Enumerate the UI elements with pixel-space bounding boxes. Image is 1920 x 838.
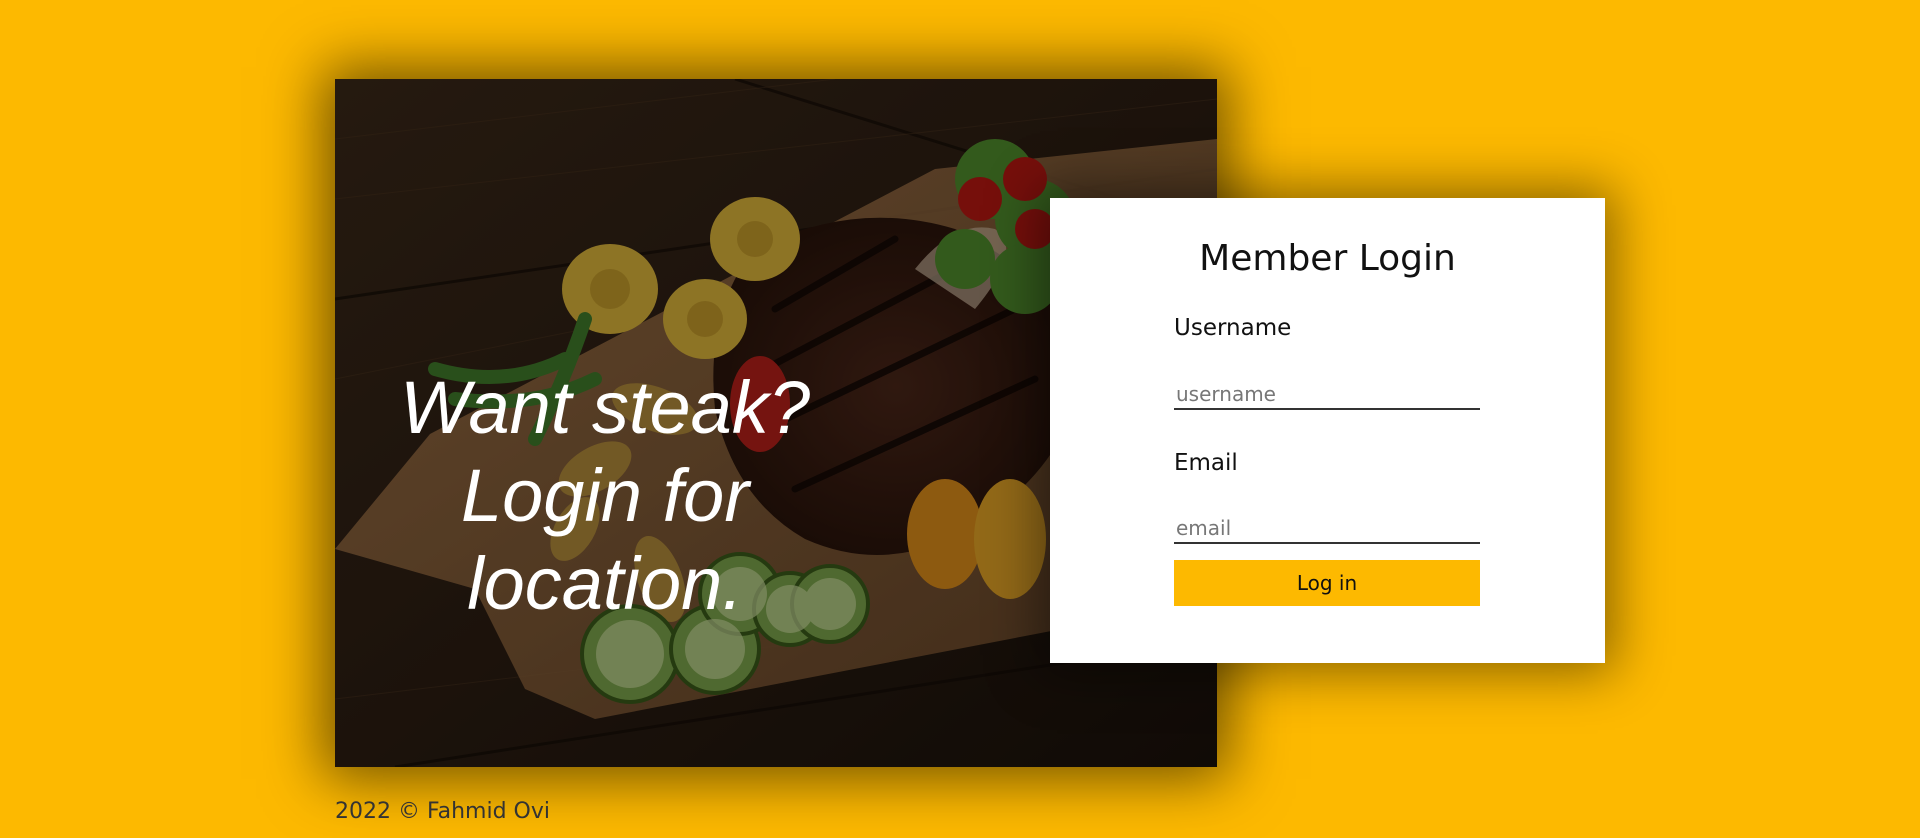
login-card: Member Login Username Email Log in: [1050, 198, 1605, 663]
footer-copyright: 2022 © Fahmid Ovi: [335, 799, 550, 824]
login-page: Want steak? Login for location. Member L…: [0, 0, 1920, 838]
email-label: Email: [1174, 450, 1238, 476]
hero-line-2: Login for: [461, 454, 749, 537]
login-button[interactable]: Log in: [1174, 560, 1480, 606]
hero-line-1: Want steak?: [400, 366, 810, 449]
username-input[interactable]: [1174, 380, 1480, 410]
email-input[interactable]: [1174, 514, 1480, 544]
hero-headline: Want steak? Login for location.: [335, 364, 875, 628]
login-title: Member Login: [1199, 238, 1456, 279]
hero-line-3: location.: [467, 542, 743, 625]
username-label: Username: [1174, 315, 1292, 341]
